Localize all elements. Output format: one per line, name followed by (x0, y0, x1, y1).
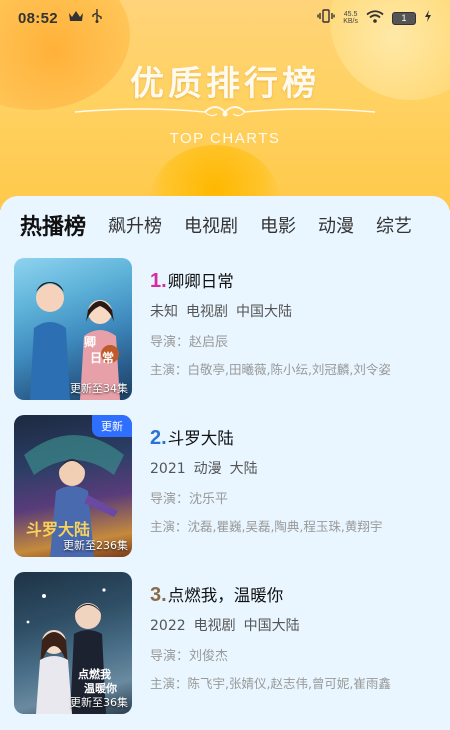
poster-caption: 更新至36集 (70, 696, 128, 709)
item-director: 导演：刘俊杰 (150, 649, 229, 664)
item-cast: 主演：沈磊,瞿巍,吴磊,陶典,程玉珠,黄翔宇 (150, 519, 383, 534)
rank-number: 3. (150, 584, 167, 606)
tab-tv[interactable]: 电视剧 (184, 212, 238, 238)
charging-icon (424, 10, 432, 26)
item-meta: 未知 电视剧 中国大陆 (150, 304, 292, 320)
item-meta: 2021 动漫 大陆 (150, 461, 258, 477)
vibrate-icon (317, 9, 335, 27)
item-meta: 2022 电视剧 中国大陆 (150, 618, 300, 634)
svg-text:卿: 卿 (84, 335, 96, 349)
usb-icon (92, 9, 102, 27)
poster-image[interactable]: 斗罗大陆 更新 更新至236集 (14, 415, 132, 557)
banner-subtitle: TOP CHARTS (169, 130, 281, 147)
item-title[interactable]: 卿卿日常 (168, 268, 234, 292)
status-time: 08:52 (18, 9, 58, 27)
tab-rising[interactable]: 飙升榜 (108, 212, 162, 238)
item-cast: 主演：白敬亭,田曦薇,陈小纭,刘冠麟,刘令姿 (150, 362, 391, 377)
svg-text:日常: 日常 (90, 350, 114, 365)
update-badge: 更新 (92, 415, 132, 437)
list-item[interactable]: 点燃我 温暖你 更新至36集 3. 点燃我，温暖你 2022 电视剧 中国大陆 导演… (14, 572, 450, 718)
poster-caption: 更新至34集 (70, 382, 128, 395)
poster-image[interactable]: 点燃我 温暖你 更新至36集 (14, 572, 132, 714)
crown-icon (68, 10, 84, 26)
tab-anime[interactable]: 动漫 (318, 212, 354, 238)
item-director: 导演：赵启辰 (150, 335, 229, 350)
tab-variety[interactable]: 综艺 (376, 212, 412, 238)
list-item[interactable]: 卿 日常 更新至34集 1. 卿卿日常 未知 电视剧 中国大陆 导演：赵启辰 主演：… (14, 258, 450, 404)
item-cast: 主演：陈飞宇,张婧仪,赵志伟,曾可妮,崔雨鑫 (150, 676, 391, 691)
chart-panel: 热播榜 飙升榜 电视剧 电影 动漫 综艺 卿 日常 更新至34集 1. 卿卿日常… (0, 196, 450, 730)
item-director: 导演：沈乐平 (150, 492, 229, 507)
rank-number: 2. (150, 427, 167, 449)
header-banner: 08:52 45.5 KB/s 1 优质排行榜 TOP CHARTS (0, 0, 450, 210)
svg-text:温暖你: 温暖你 (84, 681, 117, 695)
poster-image[interactable]: 卿 日常 更新至34集 (14, 258, 132, 400)
status-bar: 08:52 45.5 KB/s 1 (0, 0, 450, 36)
battery-icon: 1 (392, 11, 416, 25)
wifi-icon (366, 9, 384, 27)
tab-movie[interactable]: 电影 (260, 212, 296, 238)
item-title[interactable]: 斗罗大陆 (168, 425, 234, 449)
tab-hot[interactable]: 热播榜 (20, 209, 86, 241)
ornament-divider-icon (74, 106, 376, 117)
item-title[interactable]: 点燃我，温暖你 (168, 582, 284, 606)
net-speed: 45.5 KB/s (343, 11, 358, 25)
list-item[interactable]: 斗罗大陆 更新 更新至236集 2. 斗罗大陆 2021 动漫 大陆 导演：沈乐平 … (14, 415, 450, 561)
rank-number: 1. (150, 270, 167, 292)
poster-caption: 更新至236集 (63, 539, 128, 552)
svg-text:点燃我: 点燃我 (78, 667, 111, 681)
category-tabs: 热播榜 飙升榜 电视剧 电影 动漫 综艺 (0, 196, 450, 254)
banner-title: 优质排行榜 (130, 64, 320, 104)
